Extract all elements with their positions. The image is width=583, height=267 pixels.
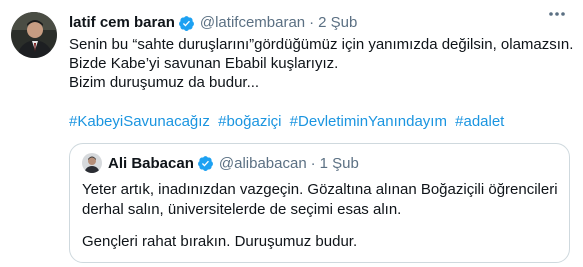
tweet: latif cem baran @latifcembaran · 2 Şub S…: [0, 0, 583, 267]
separator-dot: ·: [310, 154, 316, 172]
quoted-tweet-header: Ali Babacan @alibabacan · 1 Şub: [82, 153, 359, 173]
tweet-text-line: Senin bu “sahte duruşlarını”gördüğümüz i…: [69, 36, 574, 53]
hashtag-link[interactable]: #KabeyiSavunacağız: [69, 113, 210, 130]
hashtag-link[interactable]: #DevletiminYanındayım: [290, 113, 447, 130]
author-avatar[interactable]: [11, 12, 57, 58]
quoted-tweet-date: 1 Şub: [319, 154, 359, 172]
tweet-text-line: Bizim duruşumuz da budur...: [69, 74, 260, 91]
quoted-author-name: Ali Babacan: [108, 154, 194, 172]
quoted-author-handle: @alibabacan: [218, 154, 307, 172]
hashtag-link[interactable]: #adalet: [455, 113, 504, 130]
tweet-header: latif cem baran @latifcembaran · 2 Şub: [69, 13, 573, 33]
author-name[interactable]: latif cem baran: [69, 13, 175, 33]
author-handle[interactable]: @latifcembaran: [200, 13, 305, 33]
verified-badge-icon: [178, 15, 195, 32]
more-dots-icon[interactable]: [545, 6, 569, 22]
tweet-text: Senin bu “sahte duruşlarını”gördüğümüz i…: [69, 35, 574, 92]
quoted-author-avatar: [82, 153, 102, 173]
hashtag-row: #KabeyiSavunacağız #boğaziçi #Devletimin…: [69, 112, 508, 131]
tweet-text-line: Bizde Kabe’yi savunan Ebabil kuşlarıyız.: [69, 55, 339, 72]
tweet-date[interactable]: 2 Şub: [318, 13, 357, 33]
quoted-text-line: Yeter artık, inadınızdan vazgeçin. Gözal…: [82, 181, 558, 198]
quoted-text-line: Gençleri rahat bırakın. Duruşumuz budur.: [82, 233, 358, 250]
hashtag-link[interactable]: #boğaziçi: [218, 113, 281, 130]
quoted-tweet-text: Yeter artık, inadınızdan vazgeçin. Gözal…: [82, 180, 562, 252]
quoted-text-line: derhal salın, üniversitelerde de seçimi …: [82, 201, 402, 218]
verified-badge-icon: [197, 155, 214, 172]
quoted-tweet-card[interactable]: Ali Babacan @alibabacan · 1 Şub Yeter ar…: [69, 143, 570, 263]
separator-dot: ·: [309, 14, 315, 31]
